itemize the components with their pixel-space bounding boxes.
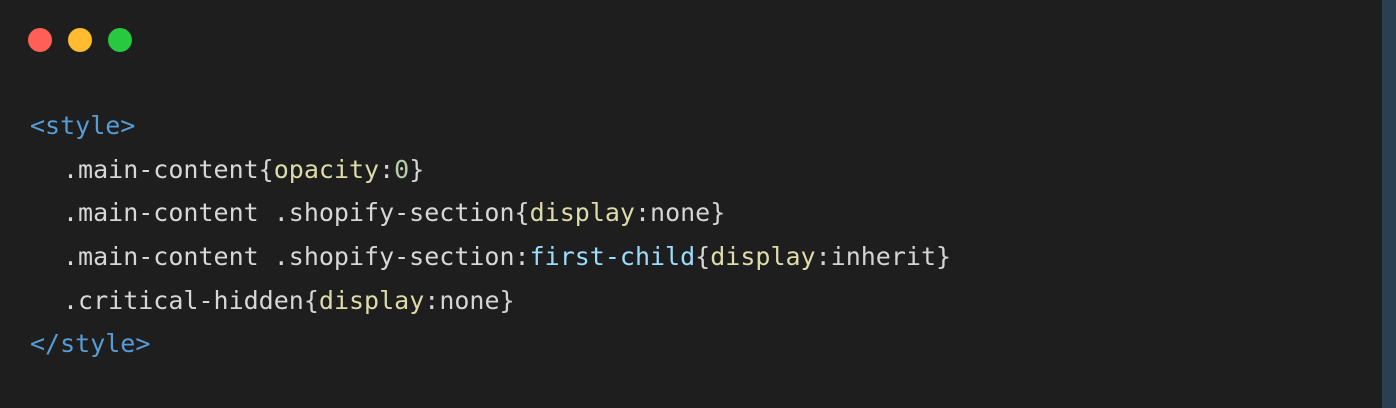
rule-pseudo-class: first-child (529, 242, 696, 272)
rule-property: display (710, 242, 816, 272)
open-brace: { (303, 285, 319, 315)
close-button[interactable] (28, 28, 52, 52)
window-controls (28, 28, 132, 52)
close-brace: } (710, 198, 726, 228)
code-line-close-tag: </style> (30, 322, 951, 366)
rule-property: display (529, 198, 635, 228)
rule-selector: .main-content .shopify-section (63, 198, 515, 228)
code-line-open-tag: <style> (30, 104, 951, 148)
close-brace: } (499, 285, 515, 315)
vertical-scrollbar[interactable] (1382, 0, 1396, 408)
rule-selector: .critical-hidden (63, 285, 304, 315)
code-block: <style> .main-content{opacity:0} .main-con… (30, 104, 951, 366)
code-line-rule-1: .main-content{opacity:0} (30, 148, 951, 192)
rule-property: opacity (273, 154, 380, 184)
minimize-button[interactable] (68, 28, 92, 52)
rule-value: none (650, 198, 711, 228)
rule-value: none (439, 285, 500, 315)
code-line-rule-2: .main-content .shopify-section{display:n… (30, 191, 951, 235)
close-brace: } (936, 242, 952, 272)
open-brace: { (258, 154, 274, 184)
code-window: <style> .main-content{opacity:0} .main-con… (0, 0, 1382, 408)
open-brace: { (514, 198, 530, 228)
style-open-tag: <style> (30, 111, 136, 140)
rule-value: 0 (394, 154, 410, 184)
style-close-tag: </style> (30, 329, 151, 359)
colon: : (379, 154, 395, 184)
code-line-rule-4: .critical-hidden{display:none} (30, 279, 951, 323)
zoom-button[interactable] (108, 28, 132, 52)
rule-value: inherit (830, 242, 937, 272)
code-line-rule-3: .main-content .shopify-section:first-chi… (30, 235, 951, 279)
open-brace: { (695, 242, 711, 272)
colon: : (815, 242, 831, 272)
colon: : (634, 198, 651, 228)
rule-selector: .main-content (63, 154, 259, 184)
rule-property: display (318, 285, 425, 315)
rule-selector: .main-content .shopify-section: (63, 242, 530, 272)
colon: : (424, 285, 440, 315)
close-brace: } (409, 154, 425, 184)
